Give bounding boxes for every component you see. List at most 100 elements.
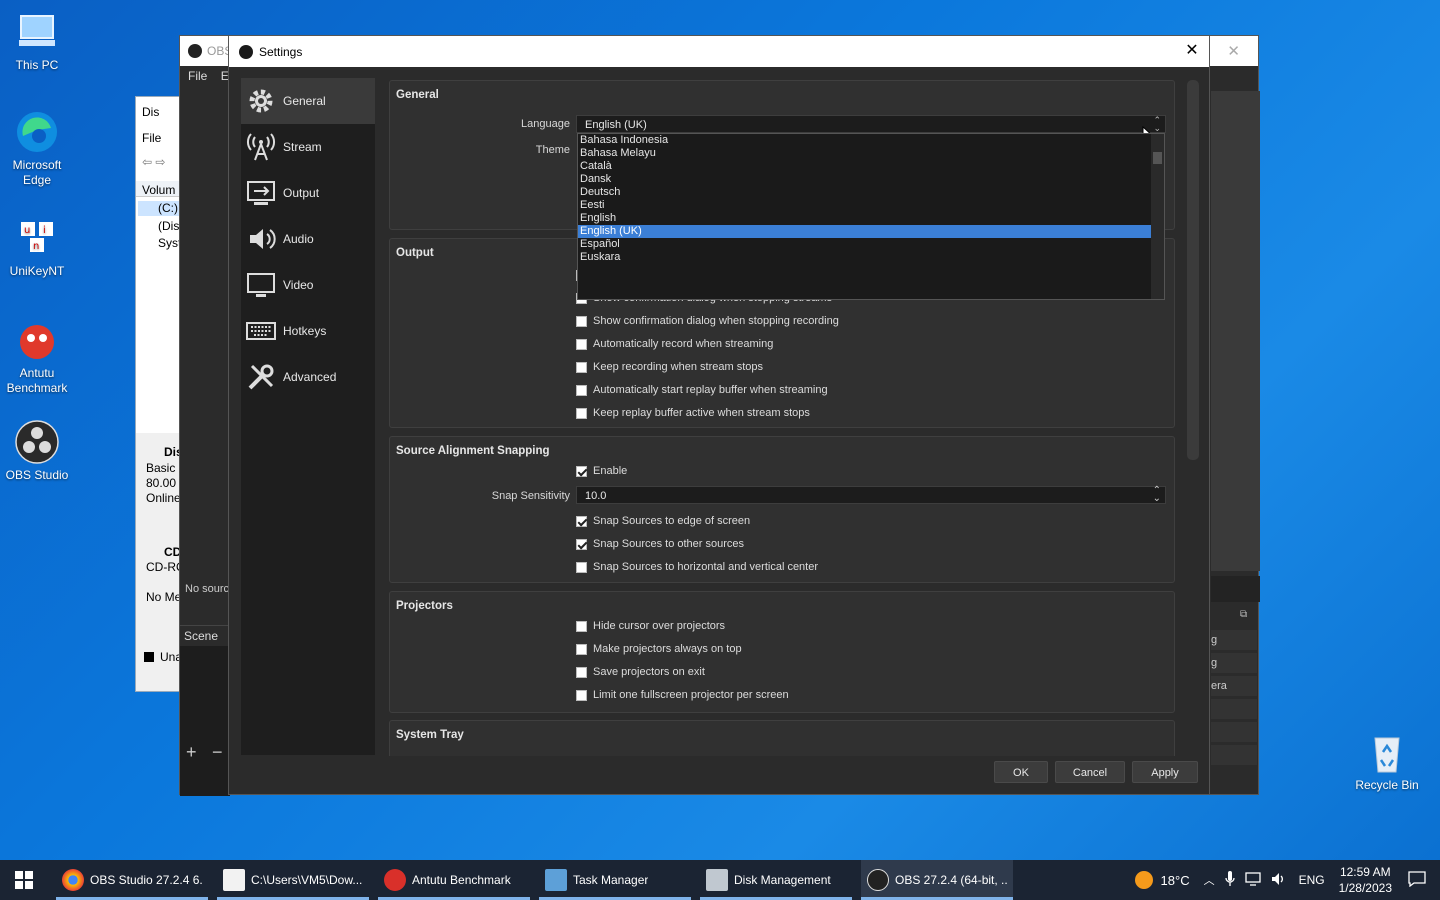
- obs-close-button[interactable]: ✕: [1227, 42, 1240, 60]
- cancel-button[interactable]: Cancel: [1055, 761, 1125, 783]
- volume-row[interactable]: (Dis: [158, 219, 179, 233]
- nav-item-general[interactable]: General: [241, 78, 375, 124]
- system-tray-group: System Tray: [389, 720, 1175, 756]
- checkbox-row[interactable]: Keep recording when stream stops: [576, 361, 763, 373]
- language-option[interactable]: Bahasa Indonesia: [578, 134, 1152, 147]
- taskbar: OBS Studio 27.2.4 6... C:\Users\VM5\Dow..…: [0, 860, 1440, 900]
- language-option[interactable]: Eesti: [578, 199, 1152, 212]
- settings-dialog[interactable]: Settings ✕ General Stream Output Audio V…: [228, 35, 1210, 795]
- weather-temp[interactable]: 18°C: [1161, 873, 1190, 888]
- language-option[interactable]: Euskara: [578, 251, 1152, 264]
- checkbox-row[interactable]: Snap Sources to edge of screen: [576, 515, 750, 527]
- nav-item-label: Video: [283, 278, 314, 292]
- desktop-icon-obs[interactable]: OBS Studio: [0, 420, 74, 483]
- nav-item-hotkeys[interactable]: Hotkeys: [241, 308, 375, 354]
- gear-icon: [245, 85, 277, 117]
- nav-item-audio[interactable]: Audio: [241, 216, 375, 262]
- desktop-icon-edge[interactable]: Microsoft Edge: [0, 110, 74, 188]
- language-dropdown-list[interactable]: Bahasa Indonesia Bahasa Melayu Català Dansk…: [577, 133, 1165, 300]
- nav-arrows-icon[interactable]: ⇦ ⇨: [142, 155, 165, 169]
- desktop-icon-antutu[interactable]: Antutu Benchmark: [0, 318, 74, 396]
- checkbox-row[interactable]: Keep replay buffer active when stream st…: [576, 407, 810, 419]
- desktop-icon-recycle-bin[interactable]: Recycle Bin: [1350, 730, 1424, 793]
- checkbox-row[interactable]: Automatically start replay buffer when s…: [576, 384, 828, 396]
- checkbox-label: Limit one fullscreen projector per scree…: [593, 689, 789, 701]
- chevron-up-icon[interactable]: ︿: [1204, 872, 1215, 888]
- volume-column-header[interactable]: Volum: [142, 183, 175, 197]
- file-menu[interactable]: File: [142, 131, 161, 145]
- checkbox-row[interactable]: Make projectors always on top: [576, 643, 742, 655]
- checkbox-label: Snap Sources to edge of screen: [593, 515, 751, 527]
- language-option[interactable]: Dansk: [578, 173, 1152, 186]
- snap-sensitivity-spinbox[interactable]: 10.0 ⌃ ⌄: [576, 486, 1166, 504]
- nav-item-video[interactable]: Video: [241, 262, 375, 308]
- checkbox-row[interactable]: Automatically record when streaming: [576, 338, 773, 350]
- disk-management-window[interactable]: Dis File ⇦ ⇨ Volum (C:) (Dis Syst Dis Ba…: [135, 96, 185, 692]
- snapping-enable-checkbox[interactable]: Enable: [576, 465, 627, 477]
- nav-item-advanced[interactable]: Advanced: [241, 354, 375, 400]
- language-option[interactable]: Bahasa Melayu: [578, 147, 1152, 160]
- taskbar-item-label: OBS 27.2.4 (64-bit, ...: [895, 873, 1007, 887]
- nav-item-output[interactable]: Output: [241, 170, 375, 216]
- dock-float-icon[interactable]: ⧉: [1240, 609, 1247, 620]
- start-button[interactable]: [0, 860, 48, 900]
- control-button[interactable]: era: [1211, 676, 1257, 696]
- ok-button[interactable]: OK: [994, 761, 1048, 783]
- this-pc-icon: [15, 10, 59, 54]
- no-source-text: No sourc: [180, 579, 230, 599]
- checkbox-row[interactable]: Save projectors on exit: [576, 666, 705, 678]
- checkbox-row[interactable]: Limit one fullscreen projector per scree…: [576, 689, 789, 701]
- checkbox-box: [576, 465, 587, 477]
- checkbox-box: [576, 515, 587, 527]
- remove-scene-button[interactable]: −: [212, 742, 223, 763]
- taskbar-item[interactable]: OBS Studio 27.2.4 6...: [56, 860, 208, 900]
- nav-item-stream[interactable]: Stream: [241, 124, 375, 170]
- desktop-icon-unikey[interactable]: u in UniKeyNT: [0, 216, 74, 279]
- task-manager-icon: [545, 869, 567, 891]
- control-button[interactable]: g: [1211, 653, 1257, 673]
- settings-scrollbar[interactable]: [1187, 80, 1199, 460]
- taskbar-item[interactable]: OBS 27.2.4 (64-bit, ...: [861, 860, 1013, 900]
- checkbox-box: [576, 689, 587, 701]
- notifications-icon[interactable]: [1408, 870, 1426, 890]
- spin-arrows-icon[interactable]: ⌃ ⌄: [1153, 486, 1161, 504]
- system-tray: 18°C ︿ ENG 12:59 AM 1/28/2023: [1134, 860, 1440, 900]
- volume-icon[interactable]: [1271, 872, 1287, 889]
- desktop-icon-this-pc[interactable]: This PC: [0, 10, 74, 73]
- language-option[interactable]: Deutsch: [578, 186, 1152, 199]
- checkbox-row[interactable]: Hide cursor over projectors: [576, 620, 725, 632]
- monitor-icon: [245, 269, 277, 301]
- weather-icon[interactable]: [1134, 871, 1153, 889]
- language-option[interactable]: English (UK): [578, 225, 1152, 238]
- network-icon[interactable]: [1244, 871, 1261, 889]
- volume-row[interactable]: (C:): [158, 201, 178, 215]
- close-button[interactable]: ✕: [1181, 40, 1203, 62]
- recycle-bin-icon: [1365, 730, 1409, 774]
- language-option[interactable]: English: [578, 212, 1152, 225]
- volume-row[interactable]: Syst: [158, 236, 181, 250]
- checkbox-row[interactable]: Show confirmation dialog when stopping r…: [576, 315, 839, 327]
- checkbox-label: Automatically record when streaming: [593, 338, 774, 350]
- input-language[interactable]: ENG: [1299, 873, 1325, 887]
- checkbox-label: Keep replay buffer active when stream st…: [593, 407, 810, 419]
- control-button[interactable]: g: [1211, 630, 1257, 650]
- language-option[interactable]: Español: [578, 238, 1152, 251]
- language-option[interactable]: Català: [578, 160, 1152, 173]
- taskbar-item[interactable]: C:\Users\VM5\Dow...: [217, 860, 369, 900]
- taskbar-item[interactable]: Disk Management: [700, 860, 852, 900]
- microphone-icon[interactable]: [1224, 870, 1235, 890]
- taskbar-item[interactable]: Task Manager: [539, 860, 691, 900]
- clock[interactable]: 12:59 AM 1/28/2023: [1339, 864, 1392, 896]
- language-select[interactable]: English (UK) ⌃ ⌄: [576, 115, 1166, 133]
- checkbox-row[interactable]: Snap Sources to other sources: [576, 538, 744, 550]
- apply-button[interactable]: Apply: [1132, 761, 1198, 783]
- taskbar-item[interactable]: Antutu Benchmark: [378, 860, 530, 900]
- taskbar-item-label: OBS Studio 27.2.4 6...: [90, 873, 202, 887]
- checkbox-row[interactable]: Snap Sources to horizontal and vertical …: [576, 561, 818, 573]
- add-scene-button[interactable]: +: [186, 742, 197, 763]
- dropdown-scrollbar[interactable]: [1151, 134, 1164, 299]
- menu-file[interactable]: File: [188, 69, 207, 83]
- snap-sensitivity-value: 10.0: [585, 490, 607, 502]
- nav-item-label: Advanced: [283, 370, 337, 384]
- checkbox-box: [576, 643, 587, 655]
